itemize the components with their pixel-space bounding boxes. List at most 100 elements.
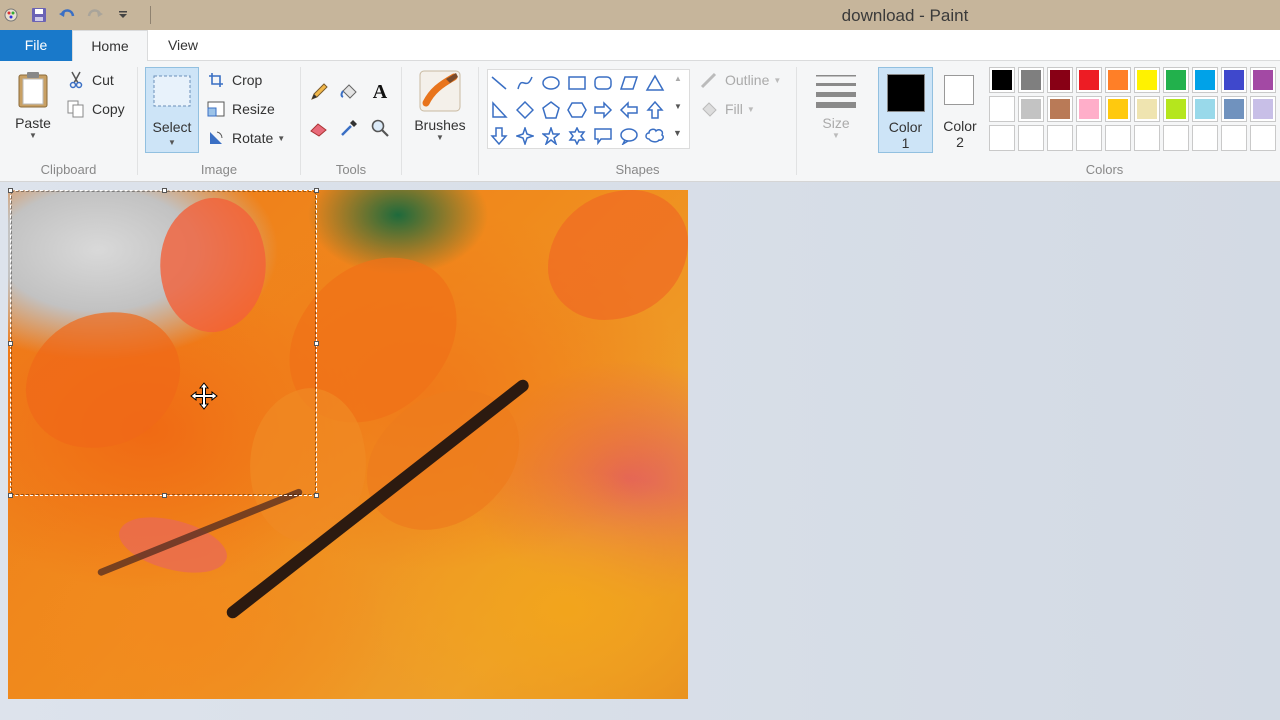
resize-handle[interactable] [162, 188, 167, 193]
resize-handle[interactable] [314, 493, 319, 498]
rotate-label: Rotate [232, 130, 274, 146]
swatch-fill [1166, 99, 1186, 119]
rounded-rectangle-shape-icon[interactable] [592, 72, 614, 94]
custom-color-slot[interactable] [989, 125, 1015, 151]
diamond-shape-icon[interactable] [514, 99, 536, 121]
paste-button[interactable]: Paste ▼ [10, 69, 56, 140]
scroll-down-icon[interactable]: ▼ [674, 102, 682, 111]
brushes-button[interactable]: Brushes ▼ [410, 69, 470, 142]
down-arrow-shape-icon[interactable] [488, 125, 510, 147]
palette-swatch[interactable] [1163, 67, 1189, 93]
palette-swatch[interactable] [989, 96, 1015, 122]
rect-callout-shape-icon[interactable] [592, 125, 614, 147]
curve-shape-icon[interactable] [514, 72, 536, 94]
selection-rectangle[interactable] [10, 190, 317, 496]
custom-color-slot[interactable] [1076, 125, 1102, 151]
expand-gallery-icon[interactable]: ▼ [673, 128, 682, 138]
palette-swatch[interactable] [1221, 96, 1247, 122]
hexagon-shape-icon[interactable] [566, 99, 588, 121]
custom-color-slot[interactable] [1105, 125, 1131, 151]
palette-swatch[interactable] [1105, 67, 1131, 93]
custom-color-slot[interactable] [1134, 125, 1160, 151]
pencil-icon[interactable] [308, 81, 330, 103]
copy-icon [66, 99, 86, 119]
fill-button[interactable]: Fill ▼ [699, 98, 755, 120]
left-arrow-shape-icon[interactable] [618, 99, 640, 121]
swatch-fill [1253, 70, 1273, 90]
palette-swatch[interactable] [1076, 96, 1102, 122]
color2-label-line1: Color [943, 118, 977, 134]
eraser-icon[interactable] [308, 117, 330, 139]
palette-swatch[interactable] [1047, 67, 1073, 93]
swatch-fill [1021, 99, 1041, 119]
triangle-shape-icon[interactable] [644, 72, 666, 94]
custom-color-slot[interactable] [1250, 125, 1276, 151]
palette-swatch[interactable] [1076, 67, 1102, 93]
outline-button[interactable]: Outline ▼ [699, 69, 781, 91]
selection-rectangle-icon [153, 75, 191, 107]
palette-swatch[interactable] [1018, 67, 1044, 93]
resize-handle[interactable] [8, 341, 13, 346]
swatch-fill [1108, 70, 1128, 90]
brush-icon [419, 70, 461, 112]
palette-swatch[interactable] [1250, 67, 1276, 93]
chevron-down-icon: ▼ [832, 131, 840, 140]
five-point-star-shape-icon[interactable] [540, 125, 562, 147]
up-arrow-shape-icon[interactable] [644, 99, 666, 121]
resize-handle[interactable] [162, 493, 167, 498]
size-button[interactable]: Size ▼ [811, 69, 861, 140]
resize-handle[interactable] [8, 188, 13, 193]
custom-color-slot[interactable] [1221, 125, 1247, 151]
custom-color-slot[interactable] [1018, 125, 1044, 151]
palette-swatch[interactable] [1192, 96, 1218, 122]
palette-swatch[interactable] [1047, 96, 1073, 122]
right-arrow-shape-icon[interactable] [592, 99, 614, 121]
brushes-label: Brushes [414, 117, 466, 133]
custom-color-slot[interactable] [1192, 125, 1218, 151]
palette-swatch[interactable] [1163, 96, 1189, 122]
color1-label-line1: Color [888, 119, 923, 135]
resize-handle[interactable] [8, 493, 13, 498]
rectangle-shape-icon[interactable] [566, 72, 588, 94]
pentagon-shape-icon[interactable] [540, 99, 562, 121]
palette-swatch[interactable] [1250, 96, 1276, 122]
color1-button[interactable]: Color 1 [878, 67, 933, 153]
custom-color-slot[interactable] [1047, 125, 1073, 151]
line-shape-icon[interactable] [488, 72, 510, 94]
copy-button[interactable]: Copy [66, 98, 125, 120]
resize-handle[interactable] [314, 188, 319, 193]
custom-color-slot[interactable] [1163, 125, 1189, 151]
fill-bucket-icon[interactable] [338, 81, 360, 103]
select-button[interactable]: Select ▼ [145, 67, 199, 153]
tab-file[interactable]: File [0, 30, 72, 61]
chevron-down-icon: ▼ [168, 138, 176, 147]
crop-button[interactable]: Crop [206, 69, 262, 91]
crop-icon [206, 70, 226, 90]
cut-button[interactable]: Cut [66, 69, 114, 91]
color2-button[interactable]: Color 2 [934, 67, 986, 153]
scroll-up-icon[interactable]: ▲ [674, 74, 682, 83]
rotate-button[interactable]: Rotate ▼ [206, 127, 285, 149]
tab-home[interactable]: Home [72, 30, 148, 62]
four-point-star-shape-icon[interactable] [514, 125, 536, 147]
tab-view[interactable]: View [150, 30, 216, 61]
polygon-shape-icon[interactable] [618, 72, 640, 94]
cloud-callout-shape-icon[interactable] [644, 125, 666, 147]
oval-callout-shape-icon[interactable] [618, 125, 640, 147]
magnifier-icon[interactable] [369, 117, 391, 139]
palette-swatch[interactable] [1192, 67, 1218, 93]
palette-swatch[interactable] [1221, 67, 1247, 93]
text-tool-icon[interactable]: A [369, 81, 391, 103]
palette-swatch[interactable] [1134, 67, 1160, 93]
resize-handle[interactable] [314, 341, 319, 346]
resize-button[interactable]: Resize [206, 98, 275, 120]
clipboard-group-label: Clipboard [40, 162, 97, 177]
palette-swatch[interactable] [989, 67, 1015, 93]
right-triangle-shape-icon[interactable] [488, 99, 510, 121]
palette-swatch[interactable] [1105, 96, 1131, 122]
six-point-star-shape-icon[interactable] [566, 125, 588, 147]
oval-shape-icon[interactable] [540, 72, 562, 94]
palette-swatch[interactable] [1134, 96, 1160, 122]
palette-swatch[interactable] [1018, 96, 1044, 122]
color-picker-icon[interactable] [338, 117, 360, 139]
